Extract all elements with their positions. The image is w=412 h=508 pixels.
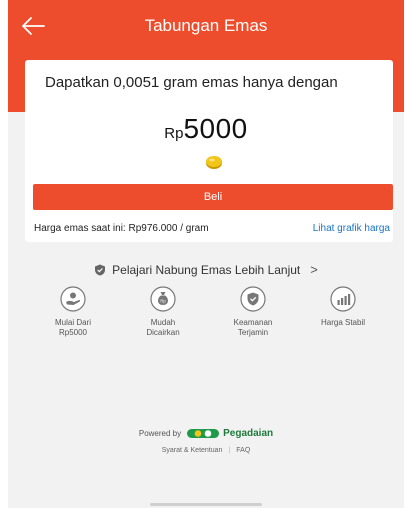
shield-check-icon — [240, 286, 266, 312]
money-bag-icon: Rp — [150, 286, 176, 312]
price-display: Rp5000 — [8, 113, 404, 145]
price-amount: 5000 — [183, 113, 248, 144]
shield-icon — [95, 264, 106, 275]
feature-start-from: Mulai Dari Rp5000 — [28, 286, 118, 338]
svg-text:Rp: Rp — [160, 298, 166, 303]
hand-coin-icon — [60, 286, 86, 312]
faq-link[interactable]: FAQ — [236, 447, 250, 454]
feature-stable-price: Harga Stabil — [298, 286, 388, 338]
link-separator: | — [228, 447, 231, 454]
learn-more-link[interactable]: Pelajari Nabung Emas Lebih Lanjut > — [8, 262, 404, 277]
back-arrow-icon[interactable] — [20, 14, 46, 38]
feature-security: Keamanan Terjamin — [208, 286, 298, 338]
feature-label: Mudah Dicairkan — [146, 318, 180, 337]
feature-label: Harga Stabil — [320, 318, 366, 327]
powered-by-label: Powered by — [138, 429, 182, 438]
brand-name: Pegadaian — [223, 428, 274, 439]
price-chart-link[interactable]: Lihat grafik harga — [313, 223, 390, 234]
buy-button[interactable]: Beli — [33, 184, 393, 210]
feature-label: Keamanan Terjamin — [233, 318, 273, 337]
powered-by: Powered by Pegadaian — [8, 428, 404, 439]
gold-coin-icon — [206, 156, 222, 169]
learn-more-label: Pelajari Nabung Emas Lebih Lanjut — [112, 262, 301, 277]
chevron-right-icon: > — [310, 262, 318, 277]
home-indicator — [150, 503, 262, 506]
terms-link[interactable]: Syarat & Ketentuan — [162, 447, 223, 454]
bar-chart-icon — [330, 286, 356, 312]
top-bar: Tabungan Emas — [8, 0, 404, 52]
gold-price-text: Harga emas saat ini: Rp976.000 / gram — [34, 223, 209, 234]
currency-label: Rp — [164, 125, 184, 142]
footer-links: Syarat & Ketentuan | FAQ — [8, 447, 404, 454]
feature-easy-withdraw: Rp Mudah Dicairkan — [118, 286, 208, 338]
feature-list: Mulai Dari Rp5000 Rp Mudah Dicairkan Kea… — [28, 286, 388, 338]
feature-label: Mulai Dari Rp5000 — [54, 318, 91, 337]
app-screen: Tabungan Emas Dapatkan 0,0051 gram emas … — [8, 0, 404, 508]
page-title: Tabungan Emas — [144, 16, 268, 35]
promo-text: Dapatkan 0,0051 gram emas hanya dengan — [45, 74, 338, 91]
pegadaian-logo — [187, 429, 220, 438]
